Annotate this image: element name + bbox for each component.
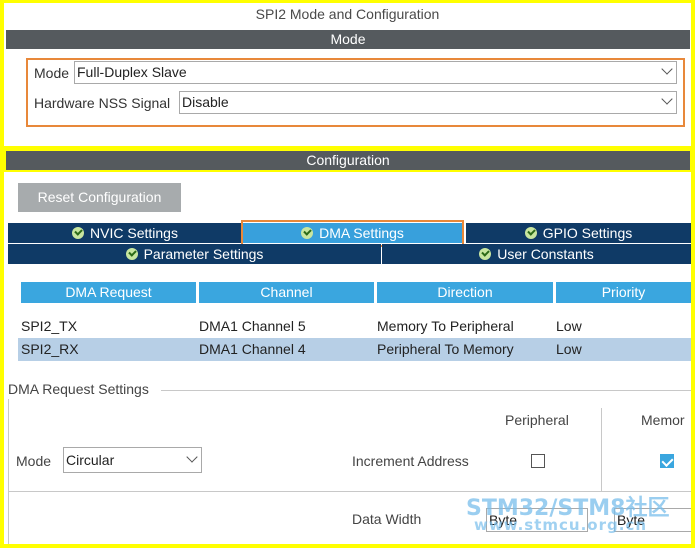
data-width-label: Data Width [352, 511, 422, 527]
chevron-down-icon [661, 63, 673, 75]
cell-direction: Peripheral To Memory [377, 341, 514, 357]
mode-label: Mode [34, 65, 70, 81]
check-circle-icon [125, 248, 138, 260]
column-header-priority[interactable]: Priority [556, 282, 691, 303]
table-row-selected[interactable]: SPI2_RX DMA1 Channel 4 Peripheral To Mem… [18, 338, 691, 361]
reset-configuration-button[interactable]: Reset Configuration [18, 183, 181, 212]
chevron-down-icon [186, 451, 198, 463]
cell-channel: DMA1 Channel 4 [199, 341, 306, 357]
increment-address-label: Increment Address [352, 453, 469, 469]
column-divider [601, 408, 602, 492]
tab-gpio-settings[interactable]: GPIO Settings [466, 223, 691, 243]
peripheral-header: Peripheral [505, 412, 569, 428]
dma-mode-select[interactable]: Circular [63, 447, 202, 473]
tab-label: User Constants [497, 246, 594, 262]
memory-header: Memor [641, 412, 685, 428]
mode-section-header: Mode [6, 30, 690, 49]
group-divider [161, 390, 691, 391]
nss-select[interactable]: Disable [179, 91, 677, 114]
cell-request: SPI2_TX [21, 318, 78, 334]
cell-priority: Low [556, 341, 582, 357]
config-section-header: Configuration [6, 151, 690, 170]
group-frame-left [8, 399, 9, 544]
check-circle-icon [479, 248, 492, 260]
dma-tab-highlight-box [241, 220, 464, 247]
check-circle-icon [72, 227, 85, 239]
nss-select-value: Disable [182, 94, 229, 110]
mode-select[interactable]: Full-Duplex Slave [74, 61, 677, 84]
cell-priority: Low [556, 318, 582, 334]
table-row[interactable]: SPI2_TX DMA1 Channel 5 Memory To Periphe… [18, 315, 691, 338]
tab-parameter-settings[interactable]: Parameter Settings [8, 244, 381, 264]
column-header-dma-request[interactable]: DMA Request [21, 282, 196, 303]
tab-label: NVIC Settings [90, 225, 178, 241]
cell-direction: Memory To Peripheral [377, 318, 514, 334]
window-title: SPI2 Mode and Configuration [255, 6, 440, 22]
tab-user-constants[interactable]: User Constants [382, 244, 691, 264]
config-panel: Reset Configuration NVIC Settings DMA Se… [4, 172, 691, 544]
check-circle-icon [524, 227, 537, 239]
watermark-url: www.stmcu.org.cn [474, 516, 648, 534]
chevron-down-icon [661, 93, 673, 105]
tab-nvic-settings[interactable]: NVIC Settings [8, 223, 242, 243]
cell-channel: DMA1 Channel 5 [199, 318, 306, 334]
cell-request: SPI2_RX [21, 341, 79, 357]
mode-panel: SPI2 Mode and Configuration Mode Mode Fu… [4, 3, 691, 146]
column-header-channel[interactable]: Channel [199, 282, 374, 303]
mode-select-value: Full-Duplex Slave [77, 64, 187, 80]
nss-label: Hardware NSS Signal [34, 95, 171, 111]
tab-label: GPIO Settings [542, 225, 633, 241]
memory-increment-checkbox[interactable] [660, 454, 674, 468]
tab-label: Parameter Settings [143, 246, 264, 262]
dma-mode-value: Circular [66, 452, 115, 468]
dma-request-settings-legend: DMA Request Settings [8, 381, 152, 397]
peripheral-increment-checkbox[interactable] [531, 454, 545, 468]
column-header-direction[interactable]: Direction [377, 282, 553, 303]
dma-mode-label: Mode [16, 453, 52, 469]
